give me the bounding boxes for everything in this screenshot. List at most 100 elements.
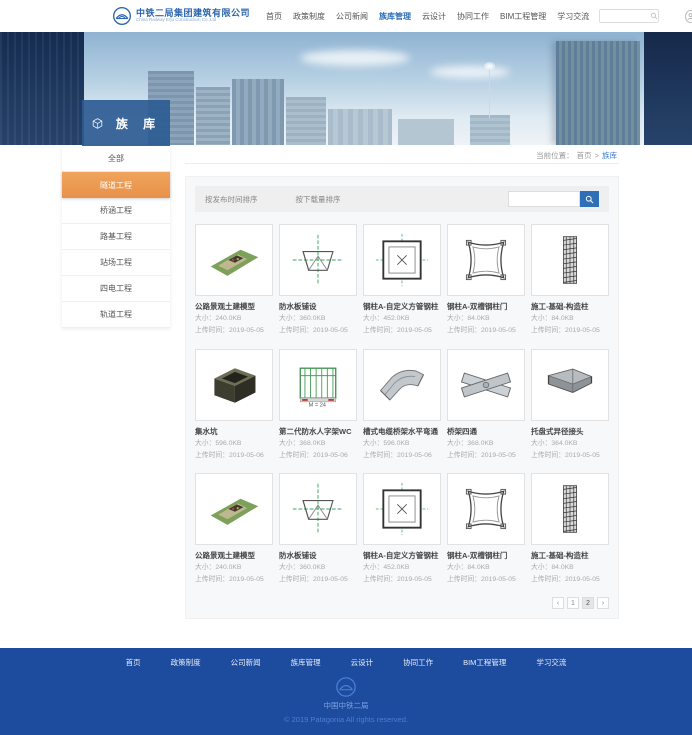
family-title[interactable]: 公路景观土建模型: [195, 301, 273, 312]
pagination-page-button[interactable]: 1: [567, 597, 579, 609]
family-card: 防水板铺设 大小：360.0KB 上传时间：2019-05-05: [279, 224, 357, 336]
family-size: 大小：368.0KB: [447, 439, 525, 449]
top-nav-item[interactable]: 族库管理: [379, 11, 411, 22]
footer-company-name: 中国中铁二局: [0, 700, 692, 711]
header-search: [599, 9, 659, 23]
sidebar-category-item[interactable]: 桥涵工程: [62, 198, 170, 224]
family-upload-time: 上传时间：2019-05-05: [363, 575, 441, 585]
tray-cross-icon[interactable]: [447, 349, 525, 421]
family-title[interactable]: 公路景观土建模型: [195, 550, 273, 561]
sidebar-category-item[interactable]: 路基工程: [62, 224, 170, 250]
sidebar-category-item[interactable]: 隧道工程: [62, 172, 170, 198]
library-search-button[interactable]: [580, 191, 599, 207]
page: 中铁二局集团建筑有限公司 China Railway Erju Construc…: [0, 0, 692, 735]
family-size: 大小：360.0KB: [279, 314, 357, 324]
square-section-icon[interactable]: [363, 224, 441, 296]
rebar-column-icon[interactable]: [531, 473, 609, 545]
tray-reducer-icon[interactable]: [531, 349, 609, 421]
banner-cloud: [300, 50, 410, 66]
family-upload-time: 上传时间：2019-05-05: [195, 575, 273, 585]
family-title[interactable]: 钢柱A-自定义方管钢柱: [363, 301, 441, 312]
footer-nav-link[interactable]: 族库管理: [291, 657, 321, 668]
family-title[interactable]: 集水坑: [195, 426, 273, 437]
sidebar-category-item[interactable]: 站场工程: [62, 250, 170, 276]
top-nav-item[interactable]: 政策制度: [293, 11, 325, 22]
square-section-icon[interactable]: [363, 473, 441, 545]
top-nav-item[interactable]: 首页: [266, 11, 282, 22]
family-title[interactable]: 槽式电缆桥架水平弯通: [363, 426, 441, 437]
breadcrumb-home-link[interactable]: 首页: [577, 150, 592, 161]
family-title[interactable]: 施工-基础-构造柱: [531, 301, 609, 312]
family-title[interactable]: 托盘式异径接头: [531, 426, 609, 437]
top-nav-item[interactable]: BIM工程管理: [500, 11, 546, 22]
family-title[interactable]: 钢柱A-双槽钢柱门: [447, 550, 525, 561]
footer-nav-link[interactable]: 公司新闻: [231, 657, 261, 668]
family-title[interactable]: 钢柱A-自定义方管钢柱: [363, 550, 441, 561]
family-upload-time: 上传时间：2019-05-05: [531, 575, 609, 585]
footer-nav-link[interactable]: 协同工作: [403, 657, 433, 668]
top-nav-item[interactable]: 协同工作: [457, 11, 489, 22]
breadcrumb-prefix: 当前位置：: [536, 150, 574, 161]
top-nav-item[interactable]: 云设计: [422, 11, 446, 22]
pagination: ‹ 1 2 ›: [195, 597, 609, 609]
family-card: 集水坑 大小：596.0KB 上传时间：2019-05-06: [195, 349, 273, 461]
family-upload-time: 上传时间：2019-05-05: [447, 451, 525, 461]
family-title[interactable]: 防水板铺设: [279, 301, 357, 312]
family-upload-time: 上传时间：2019-05-05: [279, 326, 357, 336]
banner-building: [232, 79, 284, 145]
sump-box-icon[interactable]: [195, 349, 273, 421]
filter-bar: 按发布时间排序 按下载量排序: [195, 186, 609, 212]
family-size: 大小：596.0KB: [363, 439, 441, 449]
top-header: 中铁二局集团建筑有限公司 China Railway Erju Construc…: [0, 0, 692, 32]
sort-by-downloads-link[interactable]: 按下载量排序: [296, 194, 341, 205]
family-card-grid: 公路景观土建模型 大小：240.0KB 上传时间：2019-05-05 防水板铺…: [195, 224, 609, 585]
drawing-crosshair-icon[interactable]: [279, 473, 357, 545]
drawing-crosshair-icon[interactable]: [279, 224, 357, 296]
sort-by-time-link[interactable]: 按发布时间排序: [205, 194, 258, 205]
footer-nav: 首页 政策制度 公司新闻 族库管理 云设计 协同工作 BIM工程管理 学习交流: [0, 648, 692, 668]
family-upload-time: 上传时间：2019-05-06: [279, 451, 357, 461]
user-avatar[interactable]: [685, 10, 692, 23]
sidebar-category-item[interactable]: 四电工程: [62, 276, 170, 302]
top-nav-item[interactable]: 公司新闻: [336, 11, 368, 22]
footer-copyright: © 2019 Patagonia All rights reserved.: [0, 715, 692, 724]
family-upload-time: 上传时间：2019-05-05: [279, 575, 357, 585]
footer-nav-link[interactable]: 云设计: [351, 657, 374, 668]
pagination-prev-button[interactable]: ‹: [552, 597, 564, 609]
family-title[interactable]: 钢柱A-双槽钢柱门: [447, 301, 525, 312]
family-size: 大小：364.0KB: [531, 439, 609, 449]
cube-icon: [91, 117, 104, 130]
family-card: 公路景观土建模型 大小：240.0KB 上传时间：2019-05-05: [195, 473, 273, 585]
company-logo[interactable]: 中铁二局集团建筑有限公司 China Railway Erju Construc…: [112, 6, 250, 26]
footer-nav-link[interactable]: BIM工程管理: [463, 657, 506, 668]
road-model-icon[interactable]: [195, 473, 273, 545]
family-upload-time: 上传时间：2019-05-06: [363, 451, 441, 461]
road-model-icon[interactable]: [195, 224, 273, 296]
curved-frame-icon[interactable]: [447, 224, 525, 296]
top-nav-item[interactable]: 学习交流: [557, 11, 589, 22]
pagination-next-button[interactable]: ›: [597, 597, 609, 609]
family-title[interactable]: 第二代防水人字架WC: [279, 426, 357, 437]
header-search-input[interactable]: [600, 10, 650, 22]
footer-nav-link[interactable]: 政策制度: [171, 657, 201, 668]
family-card: 桥架四通 大小：368.0KB 上传时间：2019-05-05: [447, 349, 525, 461]
family-card: 钢柱A-自定义方管钢柱 大小：452.0KB 上传时间：2019-05-05: [363, 473, 441, 585]
family-title[interactable]: 桥架四通: [447, 426, 525, 437]
curved-frame-icon[interactable]: [447, 473, 525, 545]
footer-nav-link[interactable]: 学习交流: [536, 657, 566, 668]
family-size: 大小：84.0KB: [447, 314, 525, 324]
family-title[interactable]: 防水板铺设: [279, 550, 357, 561]
tray-elbow-icon[interactable]: [363, 349, 441, 421]
sidebar-category-item[interactable]: 轨道工程: [62, 302, 170, 328]
family-title[interactable]: 施工-基础-构造柱: [531, 550, 609, 561]
pagination-page-button[interactable]: 2: [582, 597, 594, 609]
footer-emblem-icon: [335, 676, 357, 698]
rebar-column-icon[interactable]: [531, 224, 609, 296]
fence-cage-icon[interactable]: M = 24: [279, 349, 357, 421]
company-name-en: China Railway Erju Construction Co.,Ltd: [136, 18, 250, 23]
footer-nav-link[interactable]: 首页: [126, 657, 141, 668]
sidebar-category-item[interactable]: 全部: [62, 146, 170, 172]
library-search-input[interactable]: [509, 197, 579, 211]
main-content: 当前位置： 首页 > 族库 按发布时间排序 按下载量排序: [185, 148, 619, 619]
family-size: 大小：360.0KB: [279, 563, 357, 573]
